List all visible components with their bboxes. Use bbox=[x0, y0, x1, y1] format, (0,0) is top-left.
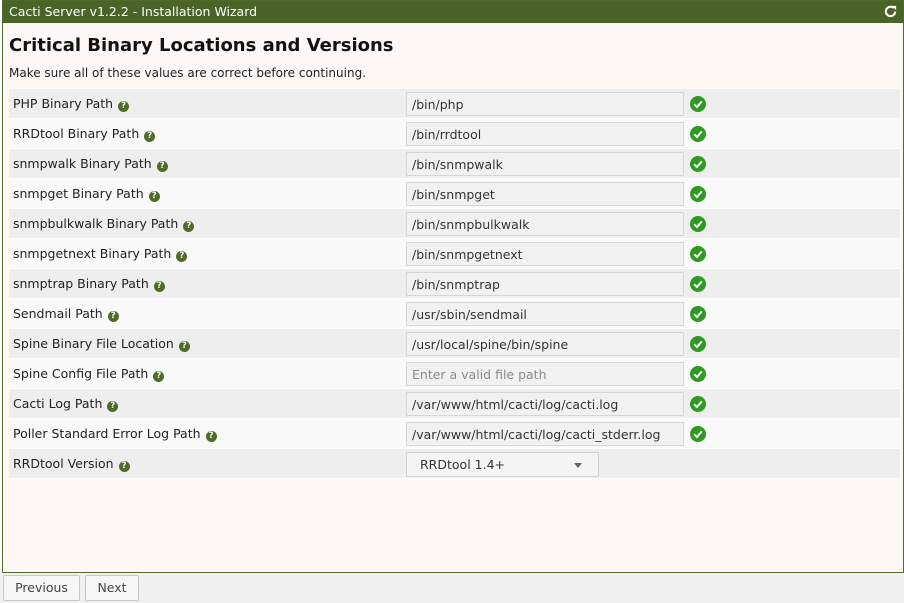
spine-binary-location-input[interactable] bbox=[406, 332, 684, 356]
spine-config-path-input[interactable] bbox=[406, 362, 684, 386]
check-icon bbox=[690, 396, 706, 412]
help-icon[interactable]: ? bbox=[144, 131, 156, 142]
field-label: Cacti Log Path? bbox=[13, 396, 119, 412]
field-label: snmptrap Binary Path? bbox=[13, 276, 165, 292]
field-label: Spine Binary File Location? bbox=[13, 336, 190, 352]
rrdtool-binary-path-input[interactable] bbox=[406, 122, 684, 146]
snmpbulkwalk-binary-path-input[interactable] bbox=[406, 212, 684, 236]
installation-wizard-window: Cacti Server v1.2.2 - Installation Wizar… bbox=[2, 0, 904, 573]
check-icon bbox=[690, 426, 706, 442]
check-icon bbox=[690, 216, 706, 232]
check-icon bbox=[690, 306, 706, 322]
help-icon[interactable]: ? bbox=[205, 431, 217, 442]
table-row-snmpget: snmpget Binary Path? bbox=[9, 179, 900, 209]
help-icon[interactable]: ? bbox=[118, 461, 130, 472]
check-icon bbox=[690, 276, 706, 292]
help-icon[interactable]: ? bbox=[148, 191, 160, 202]
help-icon[interactable]: ? bbox=[153, 281, 165, 292]
table-row-rrdtool: RRDtool Binary Path? bbox=[9, 119, 900, 149]
check-icon bbox=[690, 246, 706, 262]
field-label: snmpget Binary Path? bbox=[13, 186, 160, 202]
field-label: snmpbulkwalk Binary Path? bbox=[13, 216, 195, 232]
sendmail-path-input[interactable] bbox=[406, 302, 684, 326]
help-icon[interactable]: ? bbox=[107, 311, 119, 322]
snmpwalk-binary-path-input[interactable] bbox=[406, 152, 684, 176]
refresh-icon[interactable] bbox=[883, 4, 898, 19]
snmptrap-binary-path-input[interactable] bbox=[406, 272, 684, 296]
check-icon bbox=[690, 126, 706, 142]
chevron-down-icon bbox=[574, 463, 582, 468]
table-row-php: PHP Binary Path? bbox=[9, 89, 900, 119]
snmpget-binary-path-input[interactable] bbox=[406, 182, 684, 206]
field-label: RRDtool Version? bbox=[13, 456, 130, 472]
help-icon[interactable]: ? bbox=[118, 101, 130, 112]
field-label: Poller Standard Error Log Path? bbox=[13, 426, 217, 442]
rrdtool-version-select[interactable]: RRDtool 1.4+ bbox=[406, 452, 599, 477]
table-row-snmpwalk: snmpwalk Binary Path? bbox=[9, 149, 900, 179]
field-label: PHP Binary Path? bbox=[13, 96, 130, 112]
table-row-poller-stderr-log: Poller Standard Error Log Path? bbox=[9, 419, 900, 449]
table-row-rrdtool-version: RRDtool Version? RRDtool 1.4+ bbox=[9, 449, 900, 479]
check-icon bbox=[690, 366, 706, 382]
poller-stderr-log-path-input[interactable] bbox=[406, 422, 684, 446]
next-button[interactable]: Next bbox=[85, 575, 139, 601]
table-row-snmpgetnext: snmpgetnext Binary Path? bbox=[9, 239, 900, 269]
check-icon bbox=[690, 336, 706, 352]
field-label: Spine Config File Path? bbox=[13, 366, 165, 382]
help-icon[interactable]: ? bbox=[107, 401, 119, 412]
help-icon[interactable]: ? bbox=[153, 371, 165, 382]
page-title: Critical Binary Locations and Versions bbox=[9, 35, 394, 56]
table-row-spine-config: Spine Config File Path? bbox=[9, 359, 900, 389]
table-row-spine-binary: Spine Binary File Location? bbox=[9, 329, 900, 359]
help-icon[interactable]: ? bbox=[178, 341, 190, 352]
field-label: snmpgetnext Binary Path? bbox=[13, 246, 188, 262]
php-binary-path-input[interactable] bbox=[406, 92, 684, 116]
window-title: Cacti Server v1.2.2 - Installation Wizar… bbox=[9, 4, 258, 19]
help-icon[interactable]: ? bbox=[156, 161, 168, 172]
table-row-sendmail: Sendmail Path? bbox=[9, 299, 900, 329]
check-icon bbox=[690, 186, 706, 202]
table-row-cacti-log: Cacti Log Path? bbox=[9, 389, 900, 419]
page-subtitle: Make sure all of these values are correc… bbox=[9, 66, 367, 80]
table-row-snmpbulkwalk: snmpbulkwalk Binary Path? bbox=[9, 209, 900, 239]
check-icon bbox=[690, 156, 706, 172]
field-label: snmpwalk Binary Path? bbox=[13, 156, 168, 172]
field-label: RRDtool Binary Path? bbox=[13, 126, 156, 142]
wizard-footer: Previous Next bbox=[0, 573, 904, 603]
check-icon bbox=[690, 96, 706, 112]
help-icon[interactable]: ? bbox=[176, 251, 188, 262]
table-row-snmptrap: snmptrap Binary Path? bbox=[9, 269, 900, 299]
binary-locations-table: PHP Binary Path? RRDtool Binary Path? sn… bbox=[9, 89, 900, 479]
window-titlebar: Cacti Server v1.2.2 - Installation Wizar… bbox=[3, 1, 903, 23]
field-label: Sendmail Path? bbox=[13, 306, 119, 322]
rrdtool-version-selected: RRDtool 1.4+ bbox=[420, 457, 505, 472]
help-icon[interactable]: ? bbox=[183, 221, 195, 232]
snmpgetnext-binary-path-input[interactable] bbox=[406, 242, 684, 266]
previous-button[interactable]: Previous bbox=[3, 575, 80, 601]
cacti-log-path-input[interactable] bbox=[406, 392, 684, 416]
